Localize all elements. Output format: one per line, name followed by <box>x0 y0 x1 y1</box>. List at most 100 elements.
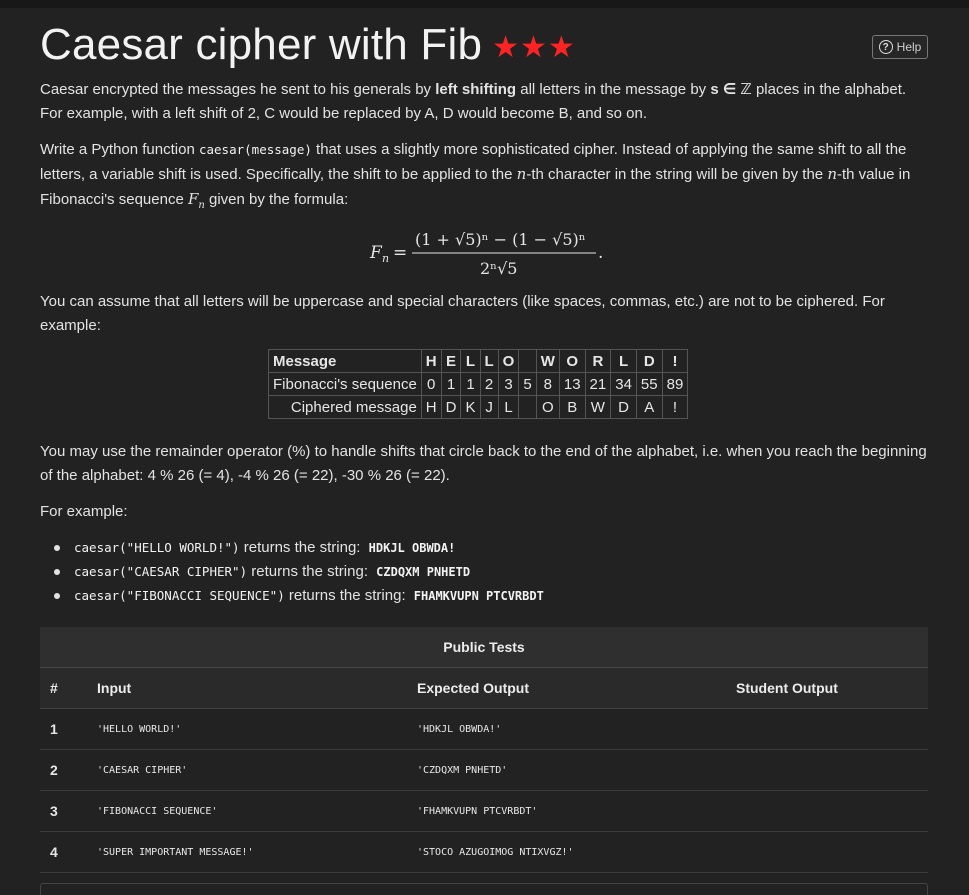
math-n: n <box>827 165 837 183</box>
row-label: Message <box>268 349 422 373</box>
text: -th character in the string will be give… <box>526 166 828 183</box>
ciphered-cell: ! <box>661 395 689 419</box>
page-title: Caesar cipher with Fib ★★★ <box>40 20 576 70</box>
list-item: caesar("CAESAR CIPHER") returns the stri… <box>50 560 544 584</box>
example-return: HDKJL OBWDA! <box>368 541 456 555</box>
bullet-icon <box>54 593 60 599</box>
list-item: caesar("FIBONACCI SEQUENCE") returns the… <box>50 584 544 608</box>
fib-cell: 1 <box>460 372 481 396</box>
text: returns the string: <box>239 539 365 556</box>
message-cell <box>518 349 537 373</box>
ciphered-cell: D <box>440 395 462 419</box>
fib-cell: 89 <box>661 372 689 396</box>
fib-cell: 21 <box>584 372 612 396</box>
task-paragraph: Write a Python function caesar(message) … <box>40 138 928 218</box>
row-expected: 'CZDQXM PNHETD' <box>417 764 508 776</box>
example-call: caesar("HELLO WORLD!") <box>74 540 240 555</box>
function-signature: caesar(message) <box>198 142 312 157</box>
examples-intro: For example: <box>40 503 128 520</box>
header-student: Student Output <box>736 680 838 696</box>
title-row: Caesar cipher with Fib ★★★ ? Help <box>40 20 928 76</box>
message-cell: R <box>584 349 612 373</box>
row-num: 2 <box>50 762 58 778</box>
fib-cell: 3 <box>497 372 520 396</box>
ciphered-cell: K <box>460 395 481 419</box>
message-cell: D <box>635 349 663 373</box>
message-cell: O <box>558 349 586 373</box>
top-bar <box>0 0 969 8</box>
message-cell: ! <box>661 349 689 373</box>
formula-lhs: F <box>369 243 383 263</box>
fib-cell: 1 <box>440 372 462 396</box>
list-item: caesar("HELLO WORLD!") returns the strin… <box>50 536 544 560</box>
text: all letters in the message by <box>516 81 711 98</box>
fibonacci-formula: F n = (1 + √5)ⁿ − (1 − √5)ⁿ 2ⁿ√5 . <box>40 220 928 284</box>
formula-denominator: 2ⁿ√5 <box>480 259 517 278</box>
row-num: 4 <box>50 844 58 860</box>
remainder-paragraph: You may use the remainder operator (%) t… <box>40 443 927 484</box>
message-cell: H <box>420 349 442 373</box>
ciphered-row: Ciphered message H D K J L O B W D A ! <box>268 395 689 419</box>
ciphered-cell: J <box>479 395 499 419</box>
math-f: F <box>187 190 199 208</box>
ciphered-cell: O <box>535 395 560 419</box>
header-input: Input <box>97 680 132 696</box>
row-expected: 'STOCO AZUGOIMOG NTIXVGZ!' <box>417 846 574 858</box>
math-s-in-z: s ∈ ℤ <box>710 81 752 98</box>
fib-cell: 34 <box>610 372 637 396</box>
cipher-example-table: Message H E L L O W O R L D ! Fibonacci'… <box>268 349 689 419</box>
tests-header-row: # Input Expected Output Student Output <box>40 668 928 709</box>
intro-paragraph: Caesar encrypted the messages he sent to… <box>40 78 928 126</box>
ciphered-cell: H <box>420 395 442 419</box>
table-row: 3 'FIBONACCI SEQUENCE' 'FHAMKVUPN PTCVRB… <box>40 791 928 832</box>
header-expected: Expected Output <box>417 680 530 696</box>
ciphered-cell: B <box>558 395 586 419</box>
formula-numerator: (1 + √5)ⁿ − (1 − √5)ⁿ <box>415 230 586 249</box>
math-n: n <box>516 165 527 183</box>
row-input: 'SUPER IMPORTANT MESSAGE!' <box>97 846 254 858</box>
row-num: 1 <box>50 721 58 737</box>
text: Write a Python function <box>40 141 199 158</box>
message-cell: W <box>535 349 560 373</box>
row-expected: 'FHAMKVUPN PTCVRBDT' <box>417 805 538 817</box>
text: given by the formula: <box>204 191 349 208</box>
example-return: FHAMKVUPN PTCVRBDT <box>413 589 544 603</box>
fibonacci-row: Fibonacci's sequence 0 1 1 2 3 5 8 13 21… <box>268 372 689 396</box>
help-label: Help <box>896 40 922 54</box>
table-row: 4 'SUPER IMPORTANT MESSAGE!' 'STOCO AZUG… <box>40 832 928 873</box>
ciphered-cell: D <box>610 395 637 419</box>
row-input: 'HELLO WORLD!' <box>97 723 182 735</box>
formula-svg: F n = (1 + √5)ⁿ − (1 − √5)ⁿ 2ⁿ√5 . <box>369 230 603 278</box>
ciphered-cell <box>518 395 537 419</box>
page-title-text: Caesar cipher with Fib <box>40 20 483 69</box>
formula-period: . <box>598 243 603 263</box>
assumption-paragraph: You can assume that all letters will be … <box>40 293 885 334</box>
row-expected: 'HDKJL OBWDA!' <box>417 723 502 735</box>
row-input: 'CAESAR CIPHER' <box>97 764 188 776</box>
example-return: CZDQXM PNHETD <box>376 565 471 579</box>
table-row: 1 'HELLO WORLD!' 'HDKJL OBWDA!' <box>40 709 928 750</box>
help-button[interactable]: ? Help <box>872 35 928 59</box>
fib-cell: 2 <box>479 372 499 396</box>
bullet-icon <box>54 545 60 551</box>
message-cell: O <box>497 349 520 373</box>
public-tests-table: Public Tests # Input Expected Output Stu… <box>40 627 928 873</box>
example-call: caesar("CAESAR CIPHER") <box>74 564 248 579</box>
row-label: Fibonacci's sequence <box>268 372 422 396</box>
text: returns the string: <box>247 563 373 580</box>
bold-text: left shifting <box>435 81 517 98</box>
message-cell: L <box>610 349 637 373</box>
difficulty-stars: ★★★ <box>492 30 576 64</box>
text: returns the string: <box>284 587 410 604</box>
row-label: Ciphered message <box>268 395 422 419</box>
tests-title: Public Tests <box>40 627 928 668</box>
header-num: # <box>50 680 58 696</box>
examples-list: caesar("HELLO WORLD!") returns the strin… <box>50 536 544 608</box>
ciphered-cell: L <box>497 395 520 419</box>
bullet-icon <box>54 569 60 575</box>
fib-cell: 5 <box>518 372 537 396</box>
message-cell: E <box>440 349 462 373</box>
formula-equals: = <box>393 243 407 263</box>
ciphered-cell: A <box>635 395 663 419</box>
ciphered-cell: W <box>584 395 612 419</box>
